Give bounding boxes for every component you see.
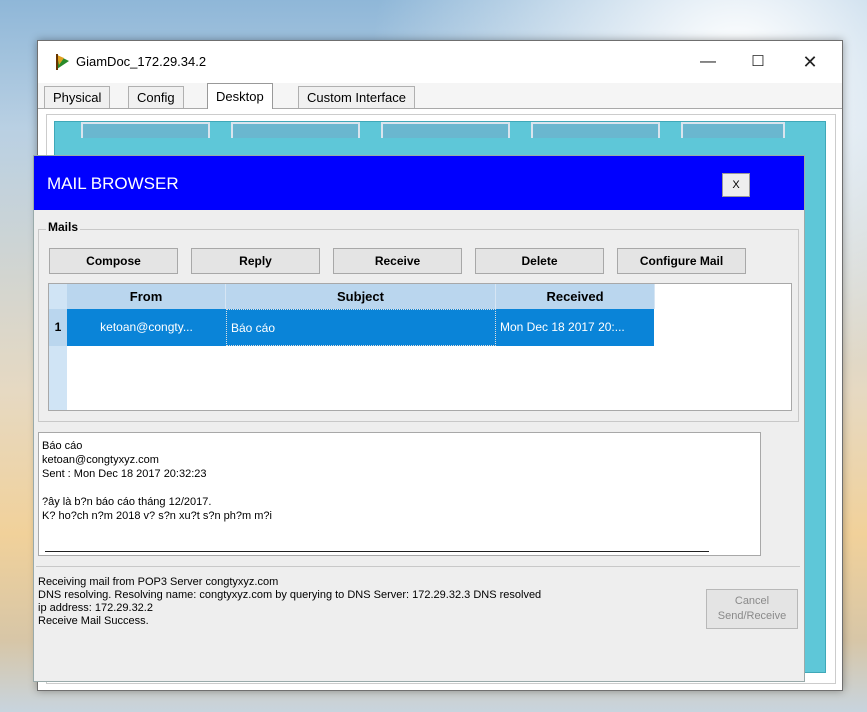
compose-button[interactable]: Compose: [49, 248, 178, 274]
tab-physical[interactable]: Physical: [44, 86, 111, 108]
cancel-button-line2: Send/Receive: [717, 610, 787, 622]
mail-body-line: K? ho?ch n?m 2018 v? s?n xu?t s?n ph?m m…: [42, 510, 272, 522]
close-window-button[interactable]: ✕: [790, 45, 830, 79]
minimize-button[interactable]: —: [688, 45, 728, 79]
mail-body-line: [42, 481, 757, 495]
cell-from[interactable]: ketoan@congty...: [67, 309, 226, 346]
status-line: ip address: 172.29.32.2: [38, 602, 153, 614]
receive-button[interactable]: Receive: [333, 248, 462, 274]
desktop-app-icon[interactable]: [81, 122, 210, 138]
status-line: Receiving mail from POP3 Server congtyxy…: [38, 576, 279, 588]
mail-list-table: From Subject Received 1 ketoan@congty...…: [48, 283, 792, 411]
reply-button[interactable]: Reply: [191, 248, 320, 274]
cell-subject[interactable]: Báo cáo: [226, 309, 496, 346]
tab-bar: Physical Config Desktop Custom Interface: [38, 83, 842, 109]
desktop-app-icon[interactable]: [381, 122, 510, 138]
divider: [45, 551, 709, 552]
mail-browser: MAIL BROWSER X Mails Compose Reply Recei…: [33, 155, 805, 682]
desktop-app-icon[interactable]: [681, 122, 785, 138]
mail-body-view[interactable]: Báo cáo ketoan@congtyxyz.com Sent : Mon …: [38, 432, 761, 556]
column-header-from[interactable]: From: [67, 284, 226, 309]
tab-config[interactable]: Config: [128, 86, 184, 108]
cancel-button-line1: Cancel: [734, 595, 770, 607]
tab-custom-interface[interactable]: Custom Interface: [298, 86, 415, 108]
mail-body-line: ketoan@congtyxyz.com: [42, 454, 159, 466]
desktop-app-icon[interactable]: [531, 122, 660, 138]
window-title: GiamDoc_172.29.34.2: [76, 54, 207, 69]
configure-mail-button[interactable]: Configure Mail: [617, 248, 746, 274]
mail-browser-header: MAIL BROWSER X: [34, 156, 804, 210]
title-bar[interactable]: GiamDoc_172.29.34.2 — ☐ ✕: [38, 41, 842, 83]
close-mail-browser-button[interactable]: X: [722, 173, 750, 197]
mail-browser-title: MAIL BROWSER: [47, 174, 179, 193]
row-number[interactable]: 1: [49, 309, 67, 346]
cancel-send-receive-button[interactable]: Cancel Send/Receive: [706, 589, 798, 629]
packet-tracer-device-icon: [56, 54, 69, 70]
status-line: Receive Mail Success.: [38, 615, 149, 627]
desktop-app-icon[interactable]: [231, 122, 360, 138]
status-line: DNS resolving. Resolving name: congtyxyz…: [38, 589, 542, 601]
divider: [36, 566, 800, 567]
maximize-button[interactable]: ☐: [738, 45, 778, 79]
mails-group-label: Mails: [46, 220, 81, 234]
row-header-column: [49, 284, 67, 410]
column-header-received[interactable]: Received: [496, 284, 655, 309]
cell-received[interactable]: Mon Dec 18 2017 20:...: [496, 309, 654, 346]
status-log: Receiving mail from POP3 Server congtyxy…: [38, 576, 663, 628]
column-header-subject[interactable]: Subject: [226, 284, 496, 309]
delete-button[interactable]: Delete: [475, 248, 604, 274]
mail-body-line: Báo cáo: [42, 440, 83, 452]
mail-body-line: ?ây là b?n báo cáo tháng 12/2017.: [42, 496, 212, 508]
mail-body-line: Sent : Mon Dec 18 2017 20:32:23: [42, 468, 207, 480]
tab-desktop[interactable]: Desktop: [207, 83, 273, 109]
